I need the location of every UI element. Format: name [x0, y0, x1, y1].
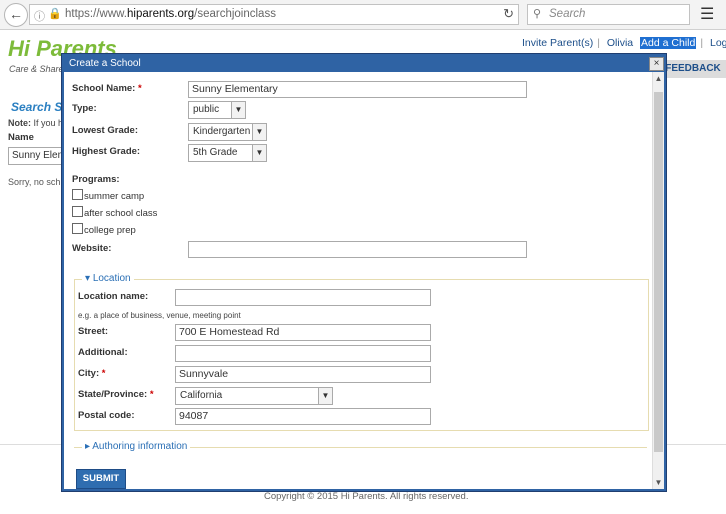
caret-right-icon: ▸: [85, 441, 91, 452]
city-label: City: *: [78, 368, 106, 379]
invite-parents-link[interactable]: Invite Parent(s): [522, 37, 593, 49]
copyright: Copyright © 2015 Hi Parents. All rights …: [264, 491, 469, 502]
additional-label: Additional:: [78, 347, 128, 358]
lock-icon: 🔒: [48, 8, 62, 20]
hamburger-menu-icon[interactable]: ☰: [700, 4, 714, 24]
location-hint: e.g. a place of business, venue, meeting…: [78, 311, 241, 320]
user-link[interactable]: Olivia: [607, 37, 633, 49]
highest-grade-select[interactable]: 5th Grade ▼: [188, 144, 267, 162]
chevron-down-icon: ▼: [231, 102, 245, 118]
top-links: Invite Parent(s) | Olivia Add a Child | Lo…: [520, 37, 726, 49]
name-search-input[interactable]: Sunny Elem: [8, 147, 65, 165]
add-child-link[interactable]: Add a Child: [640, 37, 697, 49]
authoring-toggle[interactable]: ▸ Authoring information: [82, 441, 191, 452]
chevron-down-icon: ▼: [252, 124, 266, 140]
search-icon: ⚲: [533, 8, 542, 20]
location-name-input[interactable]: [175, 289, 431, 306]
summer-camp-checkbox[interactable]: [72, 189, 83, 200]
note-text: Note: If you h: [8, 118, 64, 128]
highest-grade-label: Highest Grade:: [72, 146, 141, 157]
chevron-down-icon: ▼: [252, 145, 266, 161]
programs-label: Programs:: [72, 174, 120, 185]
school-name-label: School Name: *: [72, 83, 142, 94]
caret-down-icon: ▾: [85, 273, 91, 284]
website-input[interactable]: [188, 241, 527, 258]
tagline: Care & Share: [9, 64, 64, 74]
url-text: https://www.hiparents.org/searchjoinclas…: [65, 8, 276, 20]
browser-toolbar: ← ⓘ 🔒 https://www.hiparents.org/searchjo…: [0, 0, 726, 30]
back-arrow-icon[interactable]: ←: [4, 3, 28, 27]
website-label: Website:: [72, 243, 112, 254]
state-select[interactable]: California ▼: [175, 387, 333, 405]
scroll-thumb[interactable]: [654, 92, 663, 452]
lowest-grade-label: Lowest Grade:: [72, 125, 138, 136]
location-name-label: Location name:: [78, 291, 149, 302]
location-toggle[interactable]: ▾ Location: [82, 273, 134, 284]
create-school-dialog: Create a School × School Name: * Sunny E…: [61, 53, 667, 492]
submit-button[interactable]: SUBMIT: [76, 469, 126, 489]
close-icon[interactable]: ×: [649, 57, 664, 71]
logout-link[interactable]: Logout: [710, 37, 726, 49]
postal-code-label: Postal code:: [78, 410, 135, 421]
street-label: Street:: [78, 326, 109, 337]
city-input[interactable]: Sunnyvale: [175, 366, 431, 383]
name-label: Name: [8, 132, 34, 143]
no-results-text: Sorry, no sch: [8, 177, 61, 187]
reload-icon[interactable]: ↻: [503, 6, 514, 22]
search-placeholder: Search: [549, 8, 586, 20]
scroll-down-icon[interactable]: ▼: [653, 478, 664, 487]
dialog-body: School Name: * Sunny Elementary Type: pu…: [64, 72, 664, 489]
after-school-checkbox[interactable]: [72, 206, 83, 217]
college-prep-checkbox[interactable]: [72, 223, 83, 234]
school-name-input[interactable]: Sunny Elementary: [188, 81, 527, 98]
search-heading: Search S: [11, 100, 63, 114]
chevron-down-icon: ▼: [318, 388, 332, 404]
summer-camp-label[interactable]: summer camp: [84, 191, 144, 202]
state-label: State/Province: *: [78, 389, 154, 400]
additional-input[interactable]: [175, 345, 431, 362]
dialog-scrollbar[interactable]: ▲ ▼: [652, 72, 664, 489]
type-label: Type:: [72, 103, 97, 114]
dialog-title: Create a School: [69, 58, 141, 69]
browser-search-input[interactable]: ⚲ Search: [527, 4, 690, 25]
street-input[interactable]: 700 E Homestead Rd: [175, 324, 431, 341]
type-select[interactable]: public ▼: [188, 101, 246, 119]
after-school-label[interactable]: after school class: [84, 208, 157, 219]
info-icon[interactable]: ⓘ: [34, 8, 45, 24]
postal-code-input[interactable]: 94087: [175, 408, 431, 425]
feedback-tab[interactable]: FEEDBACK: [660, 60, 726, 78]
address-bar[interactable]: ⓘ 🔒 https://www.hiparents.org/searchjoin…: [29, 4, 519, 25]
college-prep-label[interactable]: college prep: [84, 225, 136, 236]
scroll-up-icon[interactable]: ▲: [653, 74, 664, 83]
lowest-grade-select[interactable]: Kindergarten ▼: [188, 123, 267, 141]
